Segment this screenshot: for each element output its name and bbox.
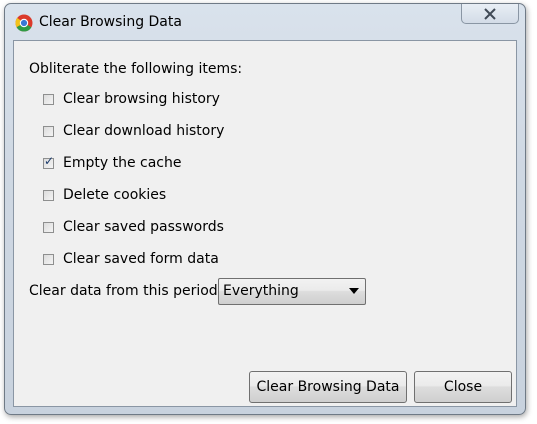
checkbox-label: Clear browsing history [63, 91, 220, 107]
close-button[interactable]: Close [414, 371, 512, 403]
title-bar[interactable]: Clear Browsing Data [5, 4, 525, 40]
clear-browsing-data-button[interactable]: Clear Browsing Data [249, 371, 407, 403]
checkbox-clear-saved-passwords[interactable]: Clear saved passwords [43, 217, 224, 237]
checkbox-box[interactable]: ✓ [43, 153, 55, 169]
window-title: Clear Browsing Data [39, 14, 182, 30]
checkbox-clear-saved-form-data[interactable]: Clear saved form data [43, 249, 219, 269]
checkbox-empty-the-cache[interactable]: ✓ Empty the cache [43, 153, 181, 173]
period-select[interactable]: Everything [218, 278, 366, 305]
close-icon [484, 7, 496, 20]
checkbox-label: Clear saved form data [63, 251, 219, 267]
chevron-down-icon [349, 288, 359, 294]
dialog-heading: Obliterate the following items: [29, 61, 243, 77]
dialog-window: Clear Browsing Data Obliterate the follo… [4, 3, 526, 415]
checkbox-box[interactable] [43, 221, 54, 233]
checkbox-clear-browsing-history[interactable]: Clear browsing history [43, 89, 220, 109]
checkbox-box[interactable] [43, 189, 54, 201]
checkbox-box[interactable] [43, 253, 54, 265]
checkmark-icon: ✓ [44, 153, 55, 168]
checkbox-label: Empty the cache [63, 155, 182, 171]
chrome-icon [15, 14, 33, 32]
checkbox-label: Delete cookies [63, 187, 167, 203]
checkbox-clear-download-history[interactable]: Clear download history [43, 121, 224, 141]
checkbox-label: Clear saved passwords [63, 219, 224, 235]
window-close-button[interactable] [461, 4, 519, 24]
checkbox-label: Clear download history [63, 123, 225, 139]
period-label: Clear data from this period: [29, 283, 223, 299]
dialog-client-area: Obliterate the following items: Clear br… [13, 40, 517, 407]
checkbox-box[interactable] [43, 93, 54, 105]
period-select-value: Everything [223, 283, 299, 299]
checkbox-delete-cookies[interactable]: Delete cookies [43, 185, 166, 205]
checkbox-box[interactable] [43, 125, 54, 137]
